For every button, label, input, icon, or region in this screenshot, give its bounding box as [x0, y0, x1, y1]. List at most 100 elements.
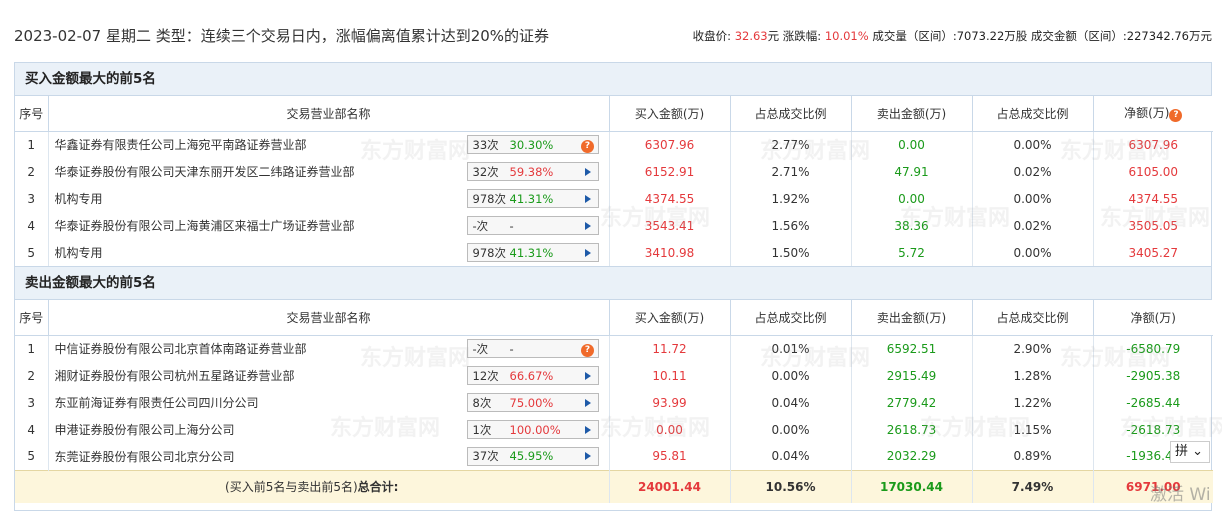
broker-name-wrap: 华泰证券股份有限公司天津东丽开发区二纬路证券营业部 32次 59.38% [55, 162, 609, 181]
arrow-right-icon[interactable] [578, 165, 598, 179]
total-sell-ratio: 7.49% [972, 469, 1094, 503]
broker-stats-badge[interactable]: -次 - [466, 216, 599, 235]
broker-name-link[interactable]: 华泰证券股份有限公司上海黄浦区来福士广场证券营业部 [55, 217, 355, 234]
question-icon[interactable]: ? [1169, 109, 1183, 123]
buy-ratio: 0.04% [730, 389, 852, 416]
sell-ratio: 0.00% [972, 185, 1094, 212]
broker-name-cell: 东亚前海证券有限责任公司四川分公司 8次 75.00% [48, 389, 610, 416]
buy-amount: 3410.98 [609, 239, 731, 266]
sell-ratio: 1.22% [972, 389, 1094, 416]
broker-name-link[interactable]: 东莞证券股份有限公司北京分公司 [55, 448, 235, 465]
row-index: 5 [15, 443, 49, 470]
broker-win-rate: 100.00% [509, 422, 561, 437]
sell-amount: 2915.49 [851, 362, 973, 389]
arrow-right-icon[interactable] [578, 246, 598, 260]
broker-trade-count: -次 [472, 341, 489, 356]
broker-trade-count: 978次 [472, 245, 506, 260]
broker-stats-badge[interactable]: -次 -? [466, 339, 599, 359]
stock-stats: 收盘价: 32.63元 涨跌幅: 10.01% 成交量（区间）:7073.22万… [693, 28, 1212, 44]
broker-stats-badge[interactable]: 12次 66.67% [466, 366, 599, 385]
table-header-row: 序号 交易营业部名称 买入金额(万) 占总成交比例 卖出金额(万) 占总成交比例 净额(万) [15, 300, 1213, 336]
broker-name-link[interactable]: 华鑫证券有限责任公司上海宛平南路证券营业部 [55, 136, 307, 153]
column-header: 占总成交比例 [730, 96, 852, 132]
broker-name-wrap: 东亚前海证券有限责任公司四川分公司 8次 75.00% [55, 393, 609, 412]
buy-amount: 11.72 [609, 335, 731, 362]
arrow-right-icon[interactable] [578, 219, 598, 233]
broker-name-cell: 中信证券股份有限公司北京首体南路证券营业部 -次 -? [48, 335, 610, 362]
question-icon[interactable]: ? [578, 341, 598, 357]
broker-name-link[interactable]: 机构专用 [55, 190, 103, 207]
buy-section-title: 买入金额最大的前5名 [15, 63, 1211, 96]
sell-ratio: 0.00% [972, 239, 1094, 266]
broker-win-rate: 59.38% [509, 164, 554, 179]
broker-name-link[interactable]: 机构专用 [55, 244, 103, 261]
total-buy: 24001.44 [609, 469, 731, 503]
amount-value: 227342.76万元 [1126, 29, 1212, 43]
arrow-right-icon[interactable] [578, 449, 598, 463]
broker-stats-badge[interactable]: 37次 45.95% [466, 446, 599, 466]
sell-top5-panel: 卖出金额最大的前5名 序号 交易营业部名称 买入金额(万) 占总成交比例 卖出金额(万)… [14, 267, 1213, 511]
table-header-row: 序号 交易营业部名称 买入金额(万) 占总成交比例 卖出金额(万) 占总成交比例 净额(万)… [15, 96, 1213, 132]
broker-stats-badge[interactable]: 978次 41.31% [466, 189, 599, 208]
broker-stats-badge[interactable]: 32次 59.38% [466, 162, 599, 181]
page-header: 2023-02-07 星期二 类型：连续三个交易日内，涨幅偏离值累计达到20%的… [0, 0, 1222, 62]
sell-amount: 6592.51 [851, 335, 973, 362]
total-buy-ratio: 10.56% [730, 469, 852, 503]
sell-amount: 0.00 [851, 185, 973, 212]
column-header: 占总成交比例 [972, 300, 1094, 336]
arrow-right-icon[interactable] [578, 423, 598, 437]
broker-stats-badge[interactable]: 33次 30.30%? [466, 135, 599, 155]
arrow-right-icon[interactable] [578, 369, 598, 383]
buy-ratio: 1.50% [730, 239, 852, 266]
sell-amount: 2779.42 [851, 389, 973, 416]
buy-ratio: 2.71% [730, 158, 852, 185]
broker-name-link[interactable]: 申港证券股份有限公司上海分公司 [55, 421, 235, 438]
sell-ratio: 0.00% [972, 131, 1094, 158]
row-index: 5 [15, 239, 49, 266]
net-amount: 3505.05 [1128, 218, 1179, 233]
buy-ratio: 2.77% [730, 131, 852, 158]
volume-value: 7073.22万股 [956, 29, 1028, 43]
broker-trade-count: 37次 [472, 449, 499, 464]
row-index: 1 [15, 335, 49, 362]
table-row: 2 湘财证券股份有限公司杭州五星路证券营业部 12次 66.67% 10.11 0.00%… [15, 362, 1213, 389]
sell-amount: 0.00 [851, 131, 973, 158]
column-header: 净额(万) [1093, 300, 1213, 336]
broker-name-link[interactable]: 中信证券股份有限公司北京首体南路证券营业部 [55, 340, 307, 357]
ime-indicator[interactable]: 拼 ⌄ [1170, 441, 1210, 463]
arrow-right-icon[interactable] [578, 396, 598, 410]
broker-name-cell: 华鑫证券有限责任公司上海宛平南路证券营业部 33次 30.30%? [48, 131, 610, 158]
broker-name-link[interactable]: 华泰证券股份有限公司天津东丽开发区二纬路证券营业部 [55, 163, 355, 180]
broker-stats-badge[interactable]: 1次 100.00% [466, 420, 599, 439]
broker-win-rate: - [509, 218, 514, 233]
broker-name-wrap: 机构专用 978次 41.31% [55, 189, 609, 208]
table-row: 2 华泰证券股份有限公司天津东丽开发区二纬路证券营业部 32次 59.38% 6152.… [15, 158, 1213, 185]
column-header: 净额(万)? [1093, 96, 1213, 132]
volume-label: 成交量（区间）: [872, 29, 957, 43]
sell-amount: 2618.73 [851, 416, 973, 443]
broker-name-cell: 东莞证券股份有限公司北京分公司 37次 45.95% [48, 443, 610, 470]
broker-win-rate: 30.30% [509, 137, 554, 152]
sell-amount: 5.72 [851, 239, 973, 266]
column-header: 卖出金额(万) [851, 300, 973, 336]
arrow-right-icon[interactable] [578, 192, 598, 206]
broker-name-wrap: 申港证券股份有限公司上海分公司 1次 100.00% [55, 420, 609, 439]
buy-amount: 6152.91 [609, 158, 731, 185]
question-icon[interactable]: ? [578, 137, 598, 153]
broker-name-cell: 华泰证券股份有限公司天津东丽开发区二纬路证券营业部 32次 59.38% [48, 158, 610, 185]
buy-ratio: 1.92% [730, 185, 852, 212]
broker-win-rate: 75.00% [509, 395, 554, 410]
broker-stats-badge[interactable]: 978次 41.31% [466, 243, 599, 262]
column-header: 交易营业部名称 [48, 96, 610, 132]
broker-stats-badge[interactable]: 8次 75.00% [466, 393, 599, 412]
broker-trade-count: 12次 [472, 368, 499, 383]
buy-table: 序号 交易营业部名称 买入金额(万) 占总成交比例 卖出金额(万) 占总成交比例 净额(万)… [15, 96, 1213, 266]
broker-name-link[interactable]: 东亚前海证券有限责任公司四川分公司 [55, 394, 259, 411]
amount-label: 成交金额（区间）: [1030, 29, 1127, 43]
broker-name-cell: 机构专用 978次 41.31% [48, 185, 610, 212]
sell-ratio: 2.90% [972, 335, 1094, 362]
buy-amount: 10.11 [609, 362, 731, 389]
broker-name-link[interactable]: 湘财证券股份有限公司杭州五星路证券营业部 [55, 367, 295, 384]
buy-amount: 3543.41 [609, 212, 731, 239]
net-amount: -2905.38 [1126, 368, 1181, 383]
